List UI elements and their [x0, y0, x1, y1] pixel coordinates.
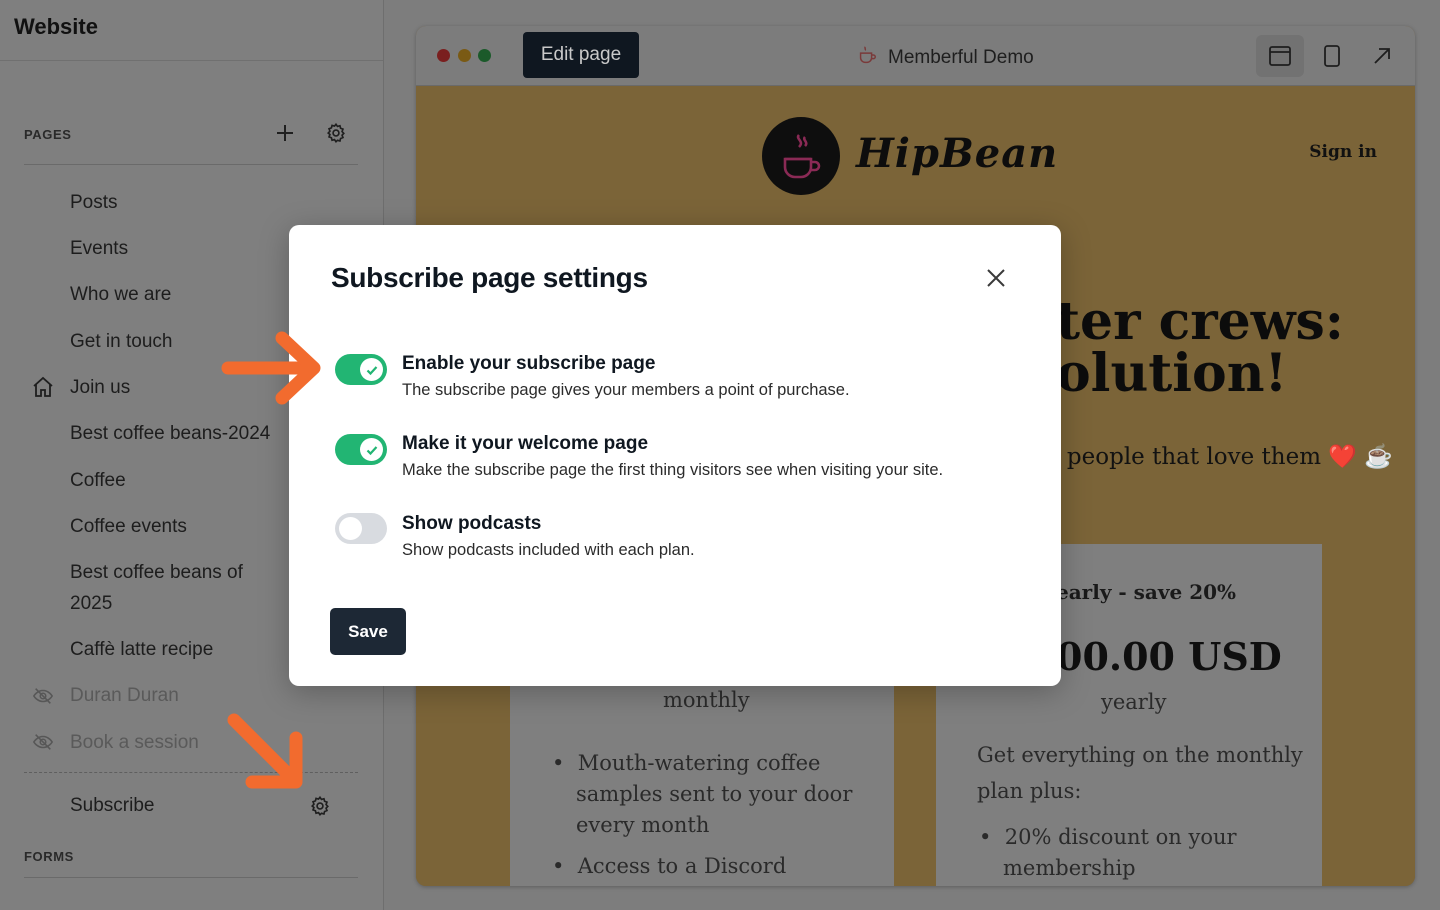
check-icon [360, 358, 383, 381]
show-podcasts-toggle[interactable] [335, 513, 387, 544]
close-icon[interactable] [983, 265, 1009, 291]
annotation-arrow-icon [221, 331, 321, 405]
hipbean-logo-icon [762, 117, 840, 195]
divider [24, 164, 358, 165]
plan-bullet-cont: membership [1003, 856, 1136, 880]
site-title: Memberful Demo [856, 44, 1034, 72]
annotation-arrow-icon [227, 713, 303, 789]
sidebar-page-duran-duran[interactable]: Duran Duran [70, 680, 179, 711]
plan-bullet-cont: every month [576, 813, 710, 837]
plan-bullet: • 20% discount on your [979, 825, 1237, 849]
sidebar-page-caffe-latte-recipe[interactable]: Caffè latte recipe [70, 634, 213, 665]
sidebar-page-get-in-touch[interactable]: Get in touch [70, 326, 172, 357]
desktop-view-icon[interactable] [1256, 35, 1304, 77]
subscribe-settings-modal: Subscribe page settings Enable your subs… [289, 225, 1061, 686]
eye-slash-icon [30, 729, 56, 755]
plan-period: monthly [663, 688, 750, 712]
sidebar-page-subscribe[interactable]: Subscribe [70, 790, 155, 821]
option-description: Show podcasts included with each plan. [402, 541, 695, 559]
sidebar-page-posts[interactable]: Posts [70, 187, 118, 218]
sidebar-page-book-a-session[interactable]: Book a session [70, 727, 199, 758]
mobile-view-icon[interactable] [1308, 35, 1356, 77]
divider [24, 877, 358, 878]
plan-description: Get everything on the monthly [977, 743, 1303, 767]
plan-title: early - save 20% [1056, 580, 1237, 604]
coffee-cup-icon [856, 44, 878, 72]
option-title: Make it your welcome page [402, 433, 649, 454]
option-description: The subscribe page gives your members a … [402, 381, 850, 399]
sidebar-title: Website [14, 14, 98, 39]
option-title: Show podcasts [402, 513, 542, 534]
sidebar-page-best-coffee-beans-2025-line2[interactable]: 2025 [70, 588, 112, 619]
sidebar-page-events[interactable]: Events [70, 233, 128, 264]
welcome-page-toggle[interactable] [335, 434, 387, 465]
enable-subscribe-page-toggle[interactable] [335, 354, 387, 385]
plan-bullet: • Mouth-watering coffee [552, 751, 821, 775]
edit-page-button[interactable]: Edit page [523, 32, 639, 78]
site-sign-in-link[interactable]: Sign in [1309, 142, 1377, 162]
check-icon [360, 438, 383, 461]
window-dot-yellow [458, 49, 471, 62]
site-tagline: e people that love them ❤️ ☕ [1046, 444, 1393, 470]
sidebar-page-who-we-are[interactable]: Who we are [70, 279, 171, 310]
pages-heading: PAGES [24, 127, 72, 142]
sidebar-page-best-coffee-beans-2024[interactable]: Best coffee beans-2024 [70, 418, 270, 449]
subscribe-settings-gear-icon[interactable] [308, 794, 332, 818]
plan-price: 00.00 USD [1056, 634, 1282, 679]
divider [0, 60, 383, 61]
eye-slash-icon [30, 683, 56, 709]
open-external-icon[interactable] [1358, 35, 1406, 77]
save-button[interactable]: Save [330, 608, 406, 655]
sidebar-page-coffee-events[interactable]: Coffee events [70, 511, 187, 542]
sidebar-page-best-coffee-beans-2025[interactable]: Best coffee beans of [70, 557, 243, 588]
window-dot-green [478, 49, 491, 62]
plan-period: yearly [1101, 690, 1167, 714]
site-logo-text: HipBean [856, 130, 1059, 177]
pages-settings-gear-icon[interactable] [324, 121, 348, 145]
option-description: Make the subscribe page the first thing … [402, 461, 944, 479]
add-page-icon[interactable] [273, 121, 297, 145]
plan-description: plan plus: [977, 779, 1082, 803]
toggle-knob [339, 517, 362, 540]
sidebar-page-join-us[interactable]: Join us [70, 372, 130, 403]
plan-bullet-cont: samples sent to your door [576, 782, 853, 806]
plan-bullet: • Access to a Discord [552, 854, 787, 878]
forms-heading: FORMS [24, 849, 74, 864]
sidebar-page-coffee[interactable]: Coffee [70, 465, 126, 496]
home-icon [30, 374, 56, 400]
window-dot-red [437, 49, 450, 62]
option-title: Enable your subscribe page [402, 353, 656, 374]
browser-toolbar: Edit page Memberful Demo [416, 26, 1415, 86]
site-name: Memberful Demo [888, 47, 1034, 68]
modal-title: Subscribe page settings [331, 262, 648, 293]
